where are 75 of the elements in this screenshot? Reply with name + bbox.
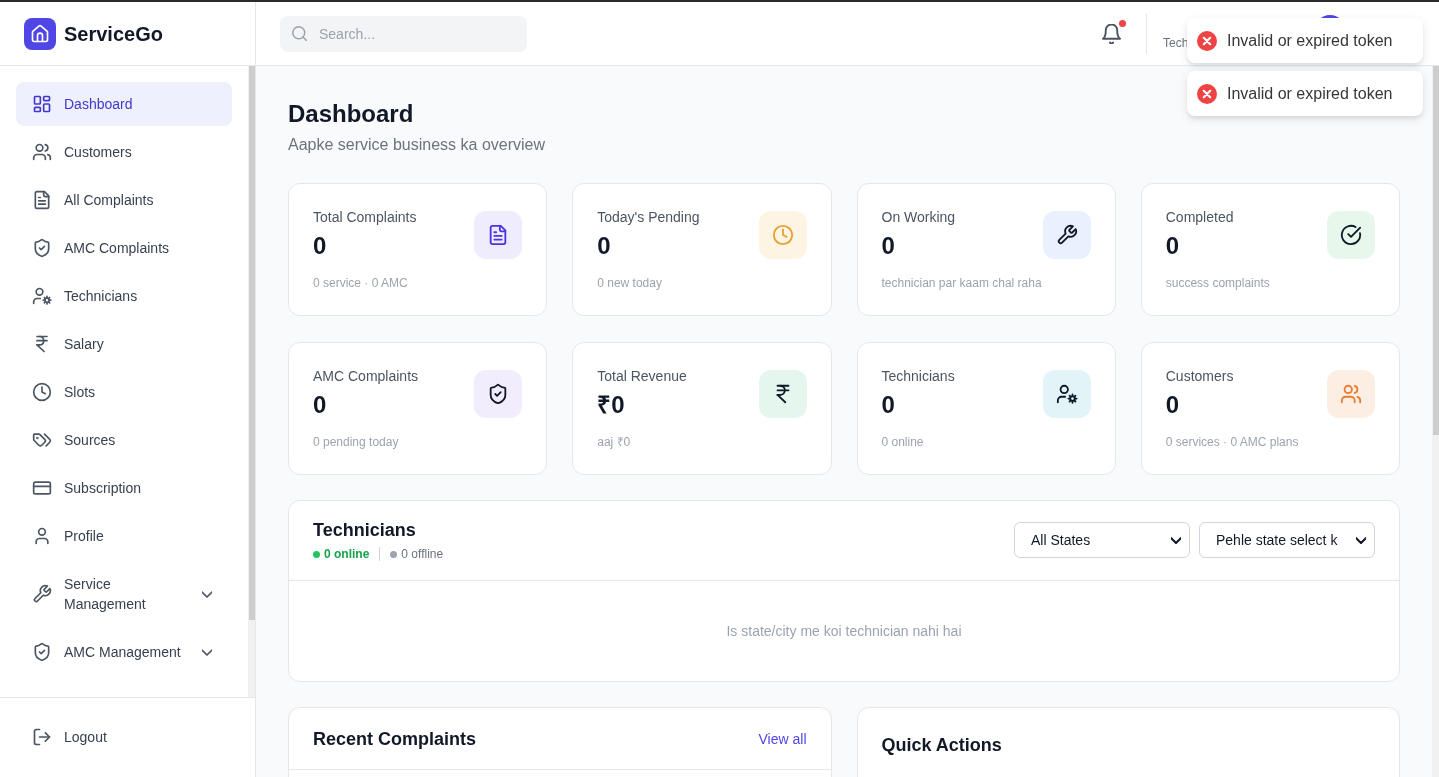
stat-value: 0 bbox=[1165, 390, 1180, 420]
card-title: Quick Actions bbox=[881, 734, 1002, 757]
sidebar-item[interactable]: All Complaints bbox=[16, 178, 232, 222]
error-icon bbox=[1197, 30, 1217, 51]
empty-state-text: Is state/city me koi technician nahi hai bbox=[726, 623, 962, 639]
sidebar-item[interactable]: Dashboard bbox=[16, 82, 232, 126]
stat-label: Completed bbox=[1165, 208, 1234, 227]
sidebar-item[interactable]: AMC Management bbox=[16, 630, 232, 674]
stat-note: aaj ₹0 bbox=[597, 434, 631, 450]
stat-value: 0 bbox=[1165, 231, 1180, 261]
document-icon bbox=[32, 190, 52, 210]
stat-label: Today's Pending bbox=[597, 208, 700, 227]
stat-label: On Working bbox=[881, 208, 956, 227]
stat-value: 0 bbox=[313, 231, 327, 261]
panel-title: Technicians bbox=[313, 519, 416, 542]
logout-icon bbox=[32, 727, 52, 747]
shield-check-icon bbox=[32, 238, 52, 258]
stat-value: 0 bbox=[313, 390, 327, 420]
grid-icon bbox=[32, 94, 52, 114]
sidebar-item[interactable]: Salary bbox=[16, 322, 232, 366]
logout-button[interactable]: Logout bbox=[16, 715, 239, 759]
stat-label: Customers bbox=[1165, 367, 1234, 386]
person-icon bbox=[32, 526, 52, 546]
stat-note: 0 new today bbox=[597, 275, 662, 291]
status-dot-icon bbox=[390, 550, 398, 558]
user-gear-icon bbox=[32, 286, 52, 306]
filter-dropdown[interactable]: All States bbox=[1014, 522, 1190, 558]
sidebar-item[interactable]: Service Management bbox=[16, 562, 232, 626]
stat-value: ₹0 bbox=[597, 390, 625, 420]
error-icon bbox=[1197, 83, 1217, 104]
status-dot-icon bbox=[313, 550, 320, 558]
sidebar-item[interactable]: AMC Complaints bbox=[16, 226, 232, 270]
people-icon bbox=[32, 142, 52, 162]
sidebar-item[interactable]: Profile bbox=[16, 514, 232, 558]
stat-note: success complaints bbox=[1165, 275, 1270, 291]
filter-dropdown[interactable]: Pehle state select k bbox=[1199, 522, 1375, 558]
stat-label: Technicians bbox=[881, 367, 955, 386]
wrench-icon bbox=[32, 584, 52, 604]
stat-note: 0 pending today bbox=[313, 434, 399, 450]
sidebar-item[interactable]: Subscription bbox=[16, 466, 232, 510]
view-all-link[interactable]: View all bbox=[758, 730, 807, 747]
clock-icon bbox=[32, 382, 52, 402]
stat-value: 0 bbox=[881, 390, 895, 420]
card-title: Recent Complaints bbox=[313, 727, 477, 751]
page-subtitle: Aapke service business ka overview bbox=[288, 135, 546, 155]
stat-value: 0 bbox=[881, 231, 895, 261]
caret-icon bbox=[1171, 536, 1181, 544]
card-icon bbox=[32, 478, 52, 498]
online-count: 0 online bbox=[324, 546, 370, 562]
stat-note: 0 service · 0 AMC bbox=[313, 275, 408, 291]
stat-note: 0 services · 0 AMC plans bbox=[1165, 434, 1299, 450]
caret-icon bbox=[1356, 536, 1366, 544]
stat-note: technician par kaam chal raha bbox=[881, 275, 1042, 291]
toast-message: Invalid or expired token bbox=[1227, 84, 1393, 103]
page-title: Dashboard bbox=[288, 99, 415, 129]
sidebar-item[interactable]: Slots bbox=[16, 370, 232, 414]
scrollbar-thumb[interactable] bbox=[1433, 66, 1439, 435]
house-logo-icon bbox=[24, 17, 56, 50]
sidebar-item[interactable]: Technicians bbox=[16, 274, 232, 318]
toast-message: Invalid or expired token bbox=[1227, 31, 1393, 50]
bell-icon[interactable] bbox=[1102, 23, 1121, 44]
scrollbar-thumb[interactable] bbox=[249, 66, 255, 620]
search-icon bbox=[292, 26, 307, 41]
stat-label: Total Revenue bbox=[597, 367, 687, 386]
offline-count: 0 offline bbox=[401, 546, 444, 562]
shield-check-icon bbox=[32, 642, 52, 662]
sidebar-item[interactable]: Customers bbox=[16, 130, 232, 174]
stat-label: AMC Complaints bbox=[313, 367, 419, 386]
stat-label: Total Complaints bbox=[313, 208, 417, 227]
stat-value: 0 bbox=[597, 231, 611, 261]
search-field[interactable]: Search... bbox=[280, 15, 527, 52]
tag-icon bbox=[32, 430, 52, 450]
stat-note: 0 online bbox=[881, 434, 924, 450]
sidebar-item[interactable]: Sources bbox=[16, 418, 232, 462]
app-name: ServiceGo bbox=[64, 21, 163, 47]
